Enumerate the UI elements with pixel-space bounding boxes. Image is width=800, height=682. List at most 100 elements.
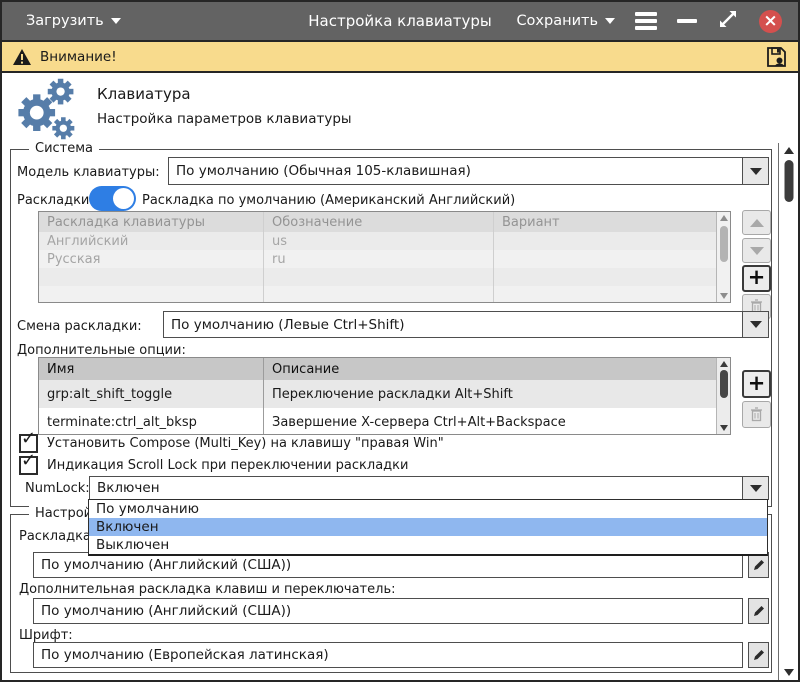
warning-text: Внимание! (40, 49, 117, 65)
pencil-icon (752, 604, 766, 618)
dropdown-arrow-button[interactable] (742, 312, 768, 337)
save-floppy-icon (764, 45, 788, 69)
add-layout-button[interactable]: + (742, 265, 771, 292)
column-header: Раскладка клавиатуры (39, 212, 264, 232)
save-profile-button[interactable] (764, 45, 788, 69)
edit-extra-layout-button[interactable] (748, 598, 769, 624)
switch-layout-label: Смена раскладки: (17, 319, 142, 334)
maximize-button[interactable] (717, 8, 739, 34)
layout-name-cell: Русская (39, 250, 264, 268)
column-header: Описание (264, 358, 730, 380)
option-desc-cell: Переключение раскладки Alt+Shift (264, 380, 730, 408)
plus-icon: + (748, 373, 766, 394)
chevron-down-icon (605, 18, 615, 24)
options-table-scrollbar[interactable] (716, 358, 730, 434)
option-name-cell: terminate:ctrl_alt_bksp (39, 408, 264, 435)
titlebar: Настройка клавиатуры Загрузить Сохранить (2, 2, 798, 40)
layout-code-cell: ru (264, 250, 494, 268)
trash-icon (750, 407, 763, 422)
edit-font-button[interactable] (748, 642, 769, 668)
arrow-down-icon (750, 247, 764, 255)
switch-layout-select[interactable]: По умолчанию (Левые Ctrl+Shift) (163, 311, 769, 338)
chevron-down-icon (750, 321, 762, 328)
dropdown-option[interactable]: Выключен (89, 536, 767, 554)
font-label: Шрифт: (19, 628, 73, 643)
scroll-down-icon (720, 425, 728, 431)
scroll-lock-checkbox[interactable]: ✓ Индикация Scroll Lock при переключении… (19, 456, 408, 475)
compose-checkbox[interactable]: ✓ Установить Compose (Multi_Key) на клав… (19, 434, 444, 453)
numlock-label: NumLock: (25, 481, 90, 496)
gears-icon (12, 76, 78, 142)
layout-name-cell: Английский (39, 232, 264, 250)
options-table-header: Имя Описание (39, 358, 730, 380)
scroll-up-icon[interactable] (784, 147, 794, 154)
layouts-table-scrollbar[interactable] (716, 212, 730, 302)
page-subtitle: Настройка параметров клавиатуры (97, 111, 352, 127)
keyboard-model-select[interactable]: По умолчанию (Обычная 105-клавишная) (168, 157, 769, 185)
minimize-icon (677, 19, 697, 23)
pencil-icon (752, 558, 766, 572)
scroll-up-icon (720, 361, 728, 367)
layout-variant-cell (494, 232, 730, 250)
checkbox-checked-icon: ✓ (19, 456, 38, 475)
arrow-up-icon (750, 219, 764, 227)
chevron-down-icon (750, 485, 762, 492)
plus-icon: + (748, 267, 766, 288)
table-row: Русская ru (39, 250, 730, 268)
column-header: Имя (39, 358, 264, 380)
default-layout-toggle[interactable] (89, 186, 136, 211)
pencil-icon (752, 648, 766, 662)
add-option-button[interactable]: + (742, 370, 771, 398)
scrollbar-thumb[interactable] (784, 160, 793, 202)
extra-layout-field[interactable]: По умолчанию (Английский (США)) (33, 598, 743, 624)
switch-layout-value: По умолчанию (Левые Ctrl+Shift) (164, 312, 742, 337)
extra-layout-label: Дополнительная раскладка клавиш и перекл… (19, 582, 395, 597)
expand-icon (717, 8, 739, 30)
page-header: Клавиатура Настройка параметров клавиату… (2, 73, 798, 143)
option-desc-cell: Завершение X-сервера Ctrl+Alt+Backspace (264, 408, 730, 435)
table-row-empty (39, 286, 730, 303)
move-down-button (742, 238, 771, 263)
save-menu-button[interactable]: Сохранить (516, 13, 615, 29)
layout-code-cell: us (264, 232, 494, 250)
scroll-down-icon[interactable] (784, 669, 794, 676)
numlock-select[interactable]: Включен (89, 476, 769, 500)
option-name-cell: grp:alt_shift_toggle (39, 380, 264, 408)
warning-bar: Внимание! (2, 40, 798, 73)
font-field[interactable]: По умолчанию (Европейская латинская) (33, 642, 743, 668)
page-title: Клавиатура (97, 85, 191, 103)
column-header: Вариант (494, 212, 730, 232)
dropdown-arrow-button[interactable] (742, 477, 768, 499)
close-button[interactable]: × (759, 10, 782, 33)
menu-button[interactable] (635, 9, 657, 34)
default-layout-text: Раскладка по умолчанию (Американский Анг… (142, 193, 515, 208)
keyboard-model-label: Модель клавиатуры: (17, 165, 160, 180)
warning-icon (12, 48, 32, 66)
keyboard-model-value: По умолчанию (Обычная 105-клавишная) (169, 158, 742, 184)
main-scrollbar[interactable] (778, 143, 798, 680)
table-row: Английский us (39, 232, 730, 250)
scroll-down-icon (720, 293, 728, 299)
scrollbar-thumb[interactable] (720, 226, 728, 262)
minimize-button[interactable] (677, 19, 697, 23)
keyboard-settings-window: Настройка клавиатуры Загрузить Сохранить (0, 0, 800, 682)
scrollbar-thumb[interactable] (720, 370, 728, 398)
table-row[interactable]: terminate:ctrl_alt_bksp Завершение X-сер… (39, 408, 730, 435)
column-header: Обозначение (264, 212, 494, 232)
scroll-lock-checkbox-label: Индикация Scroll Lock при переключении р… (47, 458, 408, 473)
numlock-dropdown-list: По умолчанию Включен Выключен (88, 499, 768, 556)
dropdown-option[interactable]: По умолчанию (89, 500, 767, 518)
dropdown-option-selected[interactable]: Включен (89, 518, 767, 536)
load-menu-label: Загрузить (26, 13, 104, 29)
compose-checkbox-label: Установить Compose (Multi_Key) на клавиш… (47, 436, 444, 451)
move-up-button (742, 210, 771, 235)
dropdown-arrow-button[interactable] (742, 158, 768, 184)
layout-variant-cell (494, 250, 730, 268)
system-group-label: Система (29, 141, 99, 156)
chevron-down-icon (111, 18, 121, 24)
delete-option-button (742, 401, 771, 428)
system-groupbox: Система Модель клавиатуры: По умолчанию … (10, 149, 772, 507)
layouts-label: Раскладки: (17, 193, 94, 208)
table-row[interactable]: grp:alt_shift_toggle Переключение раскла… (39, 380, 730, 408)
load-menu-button[interactable]: Загрузить (26, 13, 121, 29)
